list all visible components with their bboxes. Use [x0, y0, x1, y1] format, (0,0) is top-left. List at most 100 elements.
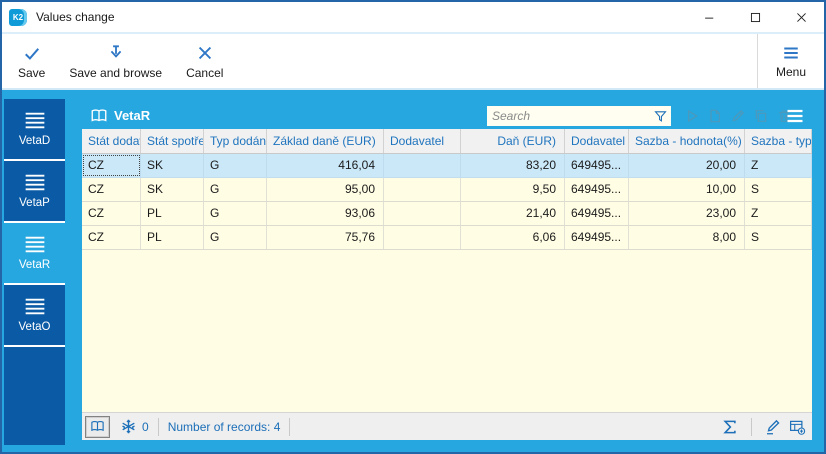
sidebar-item-vetar[interactable]: VetaR	[4, 223, 65, 285]
open-book-icon	[89, 107, 109, 125]
hamburger-icon	[778, 44, 804, 62]
k2-logo-icon: K2	[9, 9, 27, 26]
minimize-icon	[702, 10, 717, 25]
status-bar: 0 Number of records: 4	[82, 412, 812, 440]
copy-icon[interactable]	[753, 108, 769, 124]
new-doc-icon[interactable]	[707, 108, 723, 124]
table-add-icon[interactable]	[788, 418, 806, 436]
column-header[interactable]: Dodavatel	[565, 129, 629, 153]
grid-empty-area	[82, 250, 812, 412]
window-controls	[686, 2, 824, 32]
table-cell[interactable]: 93,06	[267, 202, 384, 225]
sigma-icon[interactable]	[721, 418, 739, 436]
table-cell[interactable]: 10,00	[629, 178, 745, 201]
column-header[interactable]: Stát spotřeb	[141, 129, 204, 153]
toolbar: Save Save and browse Cancel Menu	[2, 32, 824, 90]
table-cell[interactable]	[384, 226, 461, 249]
table-cell[interactable]	[384, 202, 461, 225]
window-title: Values change	[36, 10, 115, 24]
table-cell[interactable]: S	[745, 226, 812, 249]
table-cell[interactable]: G	[204, 154, 267, 177]
hamburger-icon	[23, 174, 47, 191]
menu-button[interactable]: Menu	[757, 34, 824, 88]
table-cell[interactable]: CZ	[82, 178, 141, 201]
table-cell[interactable]: 83,20	[461, 154, 565, 177]
sidebar-item-label: VetaO	[19, 321, 51, 333]
table-cell[interactable]: PL	[141, 226, 204, 249]
table-cell[interactable]: SK	[141, 154, 204, 177]
table-cell[interactable]: 95,00	[267, 178, 384, 201]
table-row[interactable]: CZSKG416,04 83,20649495...20,00Z	[82, 154, 812, 178]
table-row[interactable]: CZPLG93,06 21,40649495...23,00Z	[82, 202, 812, 226]
table-cell[interactable]	[384, 154, 461, 177]
table-cell[interactable]: G	[204, 226, 267, 249]
open-book-icon	[89, 419, 106, 434]
table-cell[interactable]: SK	[141, 178, 204, 201]
table-cell[interactable]: S	[745, 178, 812, 201]
table-row[interactable]: CZSKG95,00 9,50649495...10,00S	[82, 178, 812, 202]
table-cell[interactable]: Z	[745, 202, 812, 225]
table-cell[interactable]: 649495...	[565, 226, 629, 249]
table-row[interactable]: CZPLG75,76 6,06649495...8,00S	[82, 226, 812, 250]
filter-icon[interactable]	[653, 109, 668, 124]
table-cell[interactable]: 75,76	[267, 226, 384, 249]
panel-title-bar: VetaR	[82, 103, 812, 129]
search-box	[487, 106, 671, 126]
table-cell[interactable]	[384, 178, 461, 201]
column-header[interactable]: Daň (EUR)	[461, 129, 565, 153]
statusbar-separator	[751, 418, 752, 436]
hamburger-icon	[23, 298, 47, 315]
statusbar-right-icons	[718, 418, 812, 436]
column-header[interactable]: Sazba - hodnota(%)	[629, 129, 745, 153]
table-cell[interactable]: CZ	[82, 202, 141, 225]
records-count-label: Number of records: 4	[168, 420, 281, 434]
table-cell[interactable]: 8,00	[629, 226, 745, 249]
grid-header-row: Stát dodavaStát spotřebTyp dodáníZáklad …	[82, 129, 812, 154]
column-header[interactable]: Sazba - typ	[745, 129, 812, 153]
book-view-button[interactable]	[85, 416, 110, 438]
sidebar-item-label: VetaR	[19, 259, 50, 271]
table-cell[interactable]: 20,00	[629, 154, 745, 177]
table-cell[interactable]: PL	[141, 202, 204, 225]
table-cell[interactable]: 23,00	[629, 202, 745, 225]
sidebar: VetaDVetaP VetaR VetaO	[4, 99, 65, 445]
x-icon	[194, 43, 216, 63]
cancel-button[interactable]: Cancel	[174, 34, 235, 88]
save-and-browse-button[interactable]: Save and browse	[57, 34, 174, 88]
save-button[interactable]: Save	[6, 34, 57, 88]
column-header[interactable]: Stát dodava	[82, 129, 141, 153]
column-header[interactable]: Dodavatel	[384, 129, 461, 153]
sidebar-item-vetao[interactable]: VetaO	[4, 285, 65, 347]
hamburger-icon	[23, 236, 47, 253]
column-header[interactable]: Základ daně (EUR)	[267, 129, 384, 153]
grid-body: CZSKG416,0483,20649495...20,00ZCZSKG95,0…	[82, 154, 812, 250]
sidebar-item-vetap[interactable]: VetaP	[4, 161, 65, 223]
minimize-button[interactable]	[686, 2, 732, 32]
maximize-button[interactable]	[732, 2, 778, 32]
save-browse-icon	[105, 43, 127, 63]
edit-icon[interactable]	[764, 418, 782, 436]
panel-menu-icon[interactable]	[780, 106, 810, 126]
column-header[interactable]: Typ dodání	[204, 129, 267, 153]
table-cell[interactable]: 416,04	[267, 154, 384, 177]
table-cell[interactable]: Z	[745, 154, 812, 177]
table-cell[interactable]: G	[204, 178, 267, 201]
toolbar-button-label: Save and browse	[69, 66, 162, 80]
panel-title: VetaR	[114, 108, 150, 123]
table-cell[interactable]: 649495...	[565, 178, 629, 201]
table-cell[interactable]: G	[204, 202, 267, 225]
table-cell[interactable]: 6,06	[461, 226, 565, 249]
close-icon	[794, 10, 809, 25]
table-cell[interactable]: CZ	[82, 154, 141, 177]
sidebar-item-vetad[interactable]: VetaD	[4, 99, 65, 161]
table-cell[interactable]: 649495...	[565, 202, 629, 225]
snowflake-count: 0	[142, 420, 149, 434]
play-icon[interactable]	[684, 108, 700, 124]
table-cell[interactable]: 649495...	[565, 154, 629, 177]
close-button[interactable]	[778, 2, 824, 32]
table-cell[interactable]: 21,40	[461, 202, 565, 225]
table-cell[interactable]: 9,50	[461, 178, 565, 201]
search-input[interactable]	[487, 109, 653, 123]
edit-icon[interactable]	[730, 108, 746, 124]
table-cell[interactable]: CZ	[82, 226, 141, 249]
